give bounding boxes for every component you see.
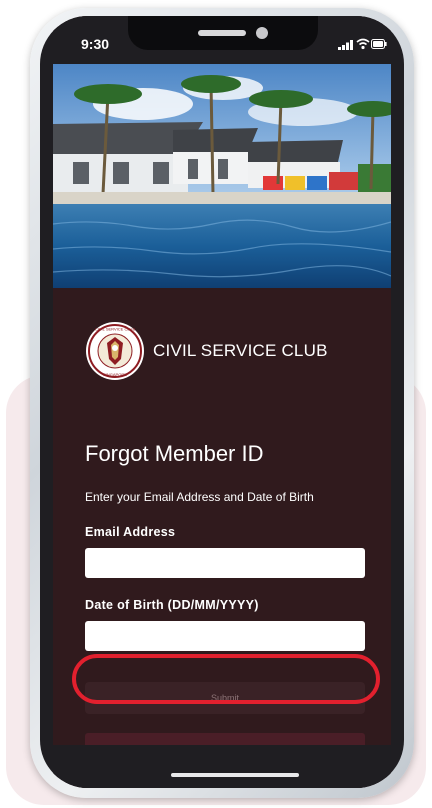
club-name: CIVIL SERVICE CLUB <box>153 341 328 360</box>
status-bar: 9:30 <box>53 16 391 64</box>
resort-pool-photo <box>53 64 391 288</box>
speaker-icon <box>198 30 246 36</box>
club-seal-icon: CIVIL SERVICE CLUB SINGAPORE <box>86 322 144 380</box>
dob-label: Date of Birth (DD/MM/YYYY) <box>85 598 259 612</box>
signal-icon <box>338 40 353 50</box>
home-indicator[interactable] <box>171 773 299 777</box>
notch <box>128 16 318 50</box>
hero-image-carousel[interactable] <box>53 64 391 288</box>
page-title: Forgot Member ID <box>85 441 264 466</box>
svg-text:SINGAPORE: SINGAPORE <box>103 372 127 377</box>
status-time: 9:30 <box>81 36 110 52</box>
club-logo-row: CIVIL SERVICE CLUB SINGAPORE CIVIL SERVI… <box>85 321 328 381</box>
dob-input[interactable] <box>85 621 365 651</box>
svg-text:CIVIL SERVICE CLUB: CIVIL SERVICE CLUB <box>95 327 136 332</box>
email-label: Email Address <box>85 525 176 539</box>
bottom-bar <box>53 745 391 788</box>
page-subtitle: Enter your Email Address and Date of Bir… <box>85 490 314 504</box>
camera-icon <box>256 27 268 39</box>
wifi-icon <box>356 38 370 50</box>
battery-icon <box>371 39 387 49</box>
submit-highlight-ring <box>72 654 380 704</box>
email-input[interactable] <box>85 548 365 578</box>
